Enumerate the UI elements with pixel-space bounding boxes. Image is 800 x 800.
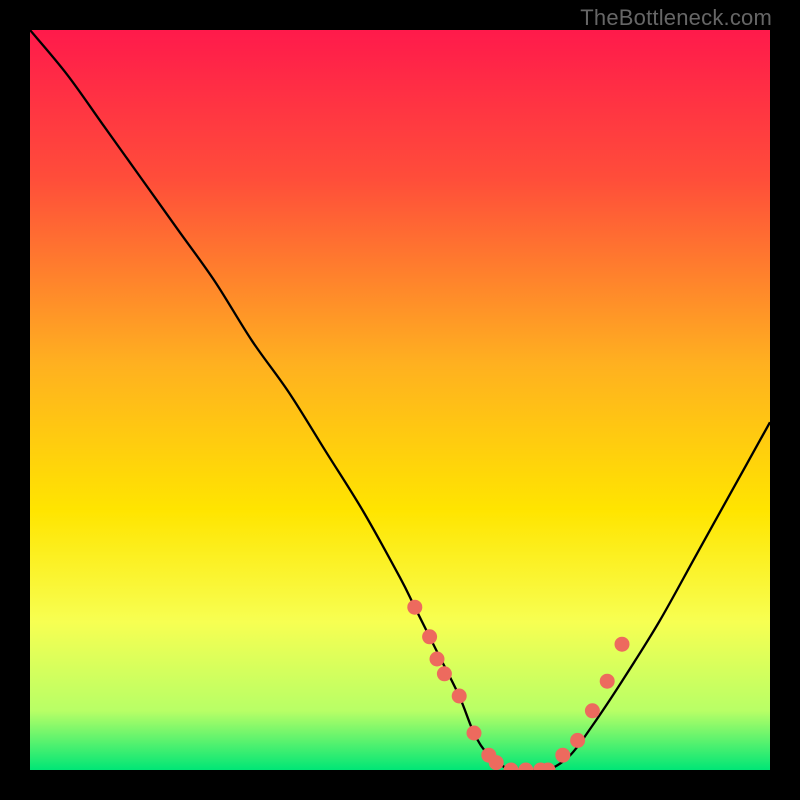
sweet-spot-dot bbox=[437, 666, 452, 681]
sweet-spot-dot bbox=[585, 703, 600, 718]
chart-frame: TheBottleneck.com bbox=[0, 0, 800, 800]
sweet-spot-dot bbox=[570, 733, 585, 748]
sweet-spot-dot bbox=[407, 600, 422, 615]
sweet-spot-dot bbox=[600, 674, 615, 689]
sweet-spot-dot bbox=[430, 652, 445, 667]
bottleneck-chart-svg bbox=[30, 30, 770, 770]
sweet-spot-dot bbox=[615, 637, 630, 652]
sweet-spot-dot bbox=[555, 748, 570, 763]
sweet-spot-dot bbox=[422, 629, 437, 644]
heat-gradient-background bbox=[30, 30, 770, 770]
sweet-spot-dot bbox=[489, 755, 504, 770]
plot-area bbox=[30, 30, 770, 770]
sweet-spot-dot bbox=[467, 726, 482, 741]
sweet-spot-dot bbox=[452, 689, 467, 704]
attribution-watermark: TheBottleneck.com bbox=[580, 5, 772, 31]
